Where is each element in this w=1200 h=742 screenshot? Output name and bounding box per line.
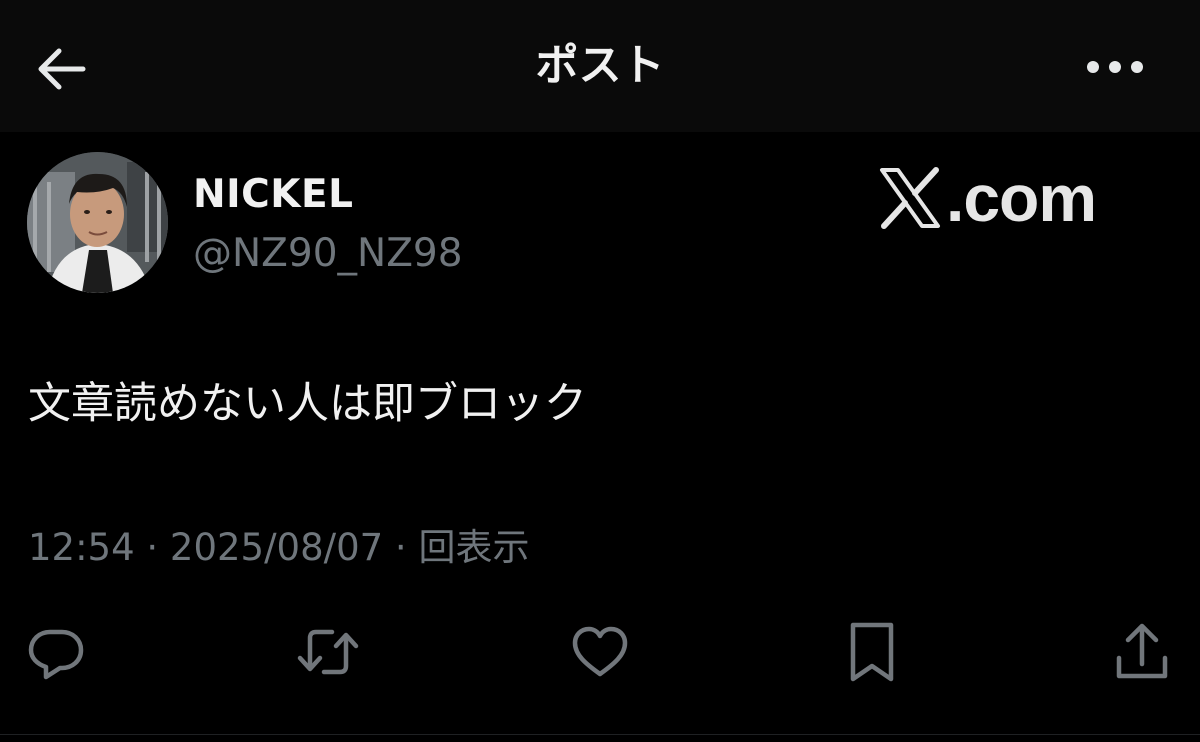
avatar[interactable]	[27, 152, 168, 293]
divider	[0, 734, 1200, 735]
reply-icon	[28, 629, 84, 680]
author-display-name[interactable]: NICKEL	[193, 168, 354, 222]
page-title: ポスト	[535, 41, 665, 91]
bookmark-icon	[850, 622, 894, 682]
author-handle[interactable]: @NZ90_NZ98	[193, 227, 463, 281]
watermark-text: .com	[946, 161, 1097, 235]
more-options-button[interactable]	[1078, 40, 1152, 94]
share-button[interactable]	[1102, 612, 1182, 692]
like-button[interactable]	[560, 612, 640, 692]
post-timestamp: 12:54 · 2025/08/07 · 回表示	[28, 526, 530, 569]
x-logo-icon	[880, 167, 940, 229]
post-action-bar	[0, 612, 1200, 692]
share-icon	[1116, 623, 1168, 679]
heart-icon	[572, 626, 628, 677]
reply-button[interactable]	[16, 612, 96, 692]
top-navigation-bar: ポスト	[0, 0, 1200, 132]
x-com-watermark: .com	[878, 160, 1097, 236]
more-horizontal-icon	[1087, 61, 1143, 73]
bookmark-button[interactable]	[832, 612, 912, 692]
post-text: 文章読めない人は即ブロック	[28, 379, 587, 429]
repost-icon	[297, 629, 359, 675]
repost-button[interactable]	[288, 612, 368, 692]
